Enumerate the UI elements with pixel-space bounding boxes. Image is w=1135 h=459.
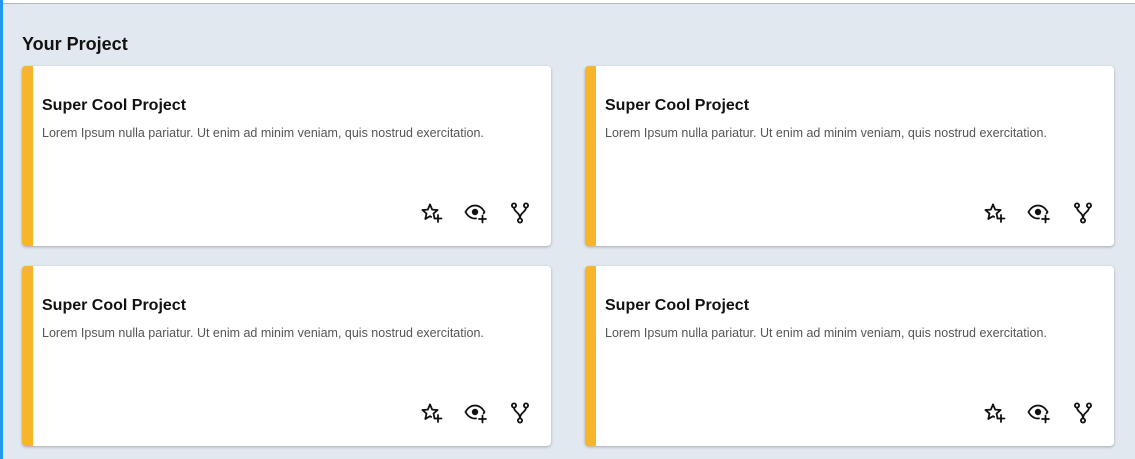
watch-add-icon [1027,204,1050,224]
top-bar [3,0,1135,4]
project-card[interactable]: Super Cool Project Lorem Ipsum nulla par… [22,66,551,246]
fork-icon [511,402,529,424]
project-description: Lorem Ipsum nulla pariatur. Ut enim ad m… [605,326,1047,340]
watch-button[interactable] [463,200,489,226]
section-title: Your Project [22,34,128,54]
star-button[interactable] [982,200,1008,226]
fork-button[interactable] [1070,200,1096,226]
star-add-icon [421,203,443,223]
project-card[interactable]: Super Cool Project Lorem Ipsum nulla par… [585,266,1114,446]
project-title[interactable]: Super Cool Project [42,96,186,116]
watch-add-icon [464,204,487,224]
star-button[interactable] [419,200,445,226]
card-actions [982,400,1096,426]
watch-add-icon [1027,404,1050,424]
project-description: Lorem Ipsum nulla pariatur. Ut enim ad m… [42,126,484,140]
project-grid: Super Cool Project Lorem Ipsum nulla par… [22,66,1115,446]
star-button[interactable] [982,400,1008,426]
project-card[interactable]: Super Cool Project Lorem Ipsum nulla par… [585,66,1114,246]
card-actions [419,400,533,426]
watch-add-icon [464,404,487,424]
watch-button[interactable] [1026,400,1052,426]
project-title[interactable]: Super Cool Project [605,96,749,116]
star-add-icon [421,403,443,423]
fork-button[interactable] [507,400,533,426]
fork-icon [1074,202,1092,224]
fork-button[interactable] [1070,400,1096,426]
card-actions [982,200,1096,226]
star-button[interactable] [419,400,445,426]
fork-icon [1074,402,1092,424]
project-description: Lorem Ipsum nulla pariatur. Ut enim ad m… [42,326,484,340]
watch-button[interactable] [463,400,489,426]
page: Your Project Super Cool Project Lorem Ip… [0,0,1135,459]
fork-icon [511,202,529,224]
project-title[interactable]: Super Cool Project [42,296,186,316]
star-add-icon [984,403,1006,423]
card-actions [419,200,533,226]
fork-button[interactable] [507,200,533,226]
star-add-icon [984,203,1006,223]
project-card[interactable]: Super Cool Project Lorem Ipsum nulla par… [22,266,551,446]
project-title[interactable]: Super Cool Project [605,296,749,316]
watch-button[interactable] [1026,200,1052,226]
project-description: Lorem Ipsum nulla pariatur. Ut enim ad m… [605,126,1047,140]
